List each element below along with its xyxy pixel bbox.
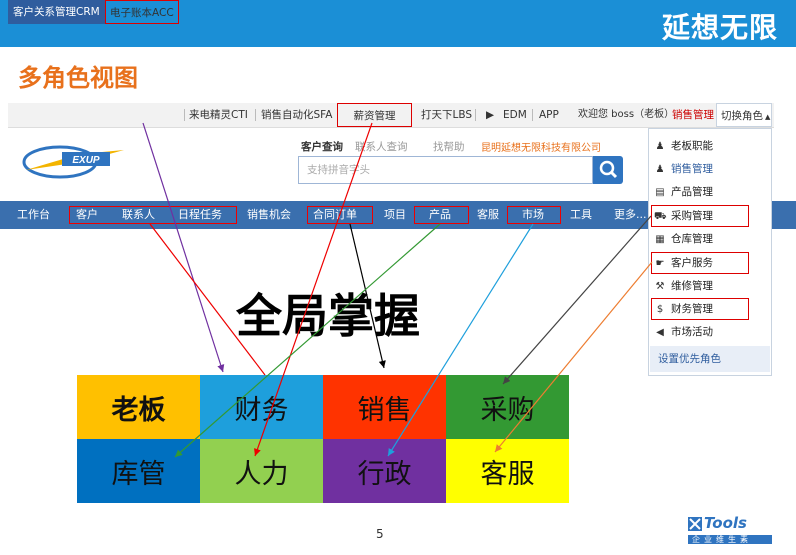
tools-logo: Tools 企业维生素 [688,514,778,545]
arrow-customer-sales [149,223,266,376]
page-number: 5 [376,527,384,541]
arrow-acc-finance [142,122,225,373]
tools-logo-name: Tools [704,514,747,532]
connector-arrows [142,122,653,458]
arrow-product-warehouse [174,223,441,458]
arrow-purchase [502,215,652,385]
arrow-service [494,261,653,453]
arrow-contract-sales [349,223,386,369]
arrow-market-admin [387,223,534,457]
arrow-payroll-hr [253,122,373,457]
tools-logo-tagline: 企业维生素 [692,535,752,544]
